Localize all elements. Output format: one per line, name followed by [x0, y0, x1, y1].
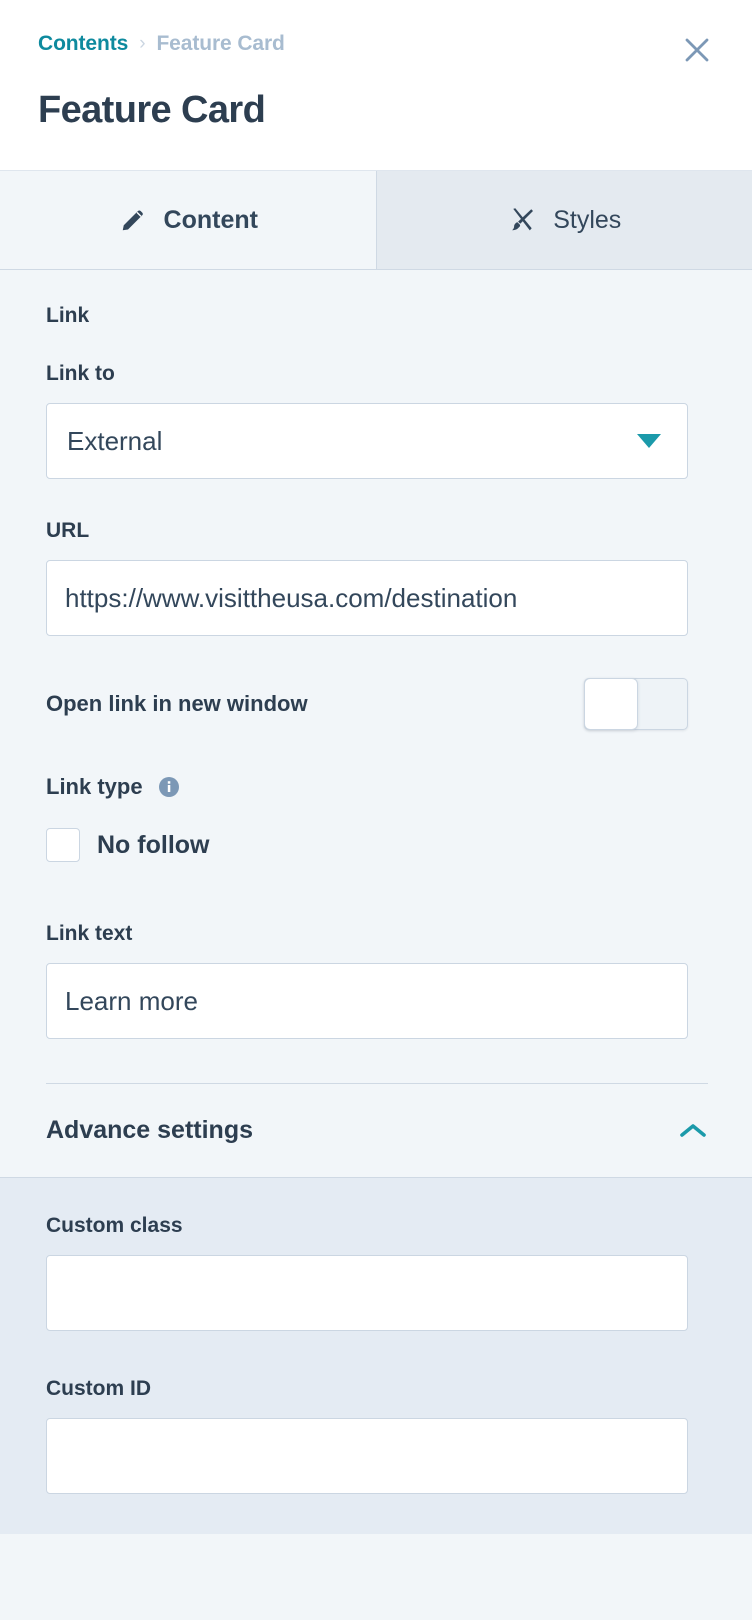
link-text-label: Link text — [46, 922, 133, 945]
advance-settings-body: Custom class Custom ID — [0, 1178, 752, 1534]
paintbrush-icon — [507, 205, 537, 235]
feature-card-editor-panel: Contents › Feature Card Feature Card Con… — [0, 0, 752, 1620]
link-group-title: Link — [46, 304, 90, 327]
custom-id-input[interactable] — [46, 1418, 688, 1494]
tab-styles-label: Styles — [553, 205, 622, 234]
content-tab-body: Link Link to External URL Open link in n… — [0, 270, 752, 1084]
link-group: Link Link to External URL Open link in n… — [0, 270, 752, 1084]
breadcrumb-separator: › — [139, 33, 146, 54]
info-icon[interactable] — [157, 775, 181, 799]
page-title: Feature Card — [38, 89, 266, 131]
toggle-knob — [584, 678, 638, 730]
open-new-window-toggle[interactable] — [584, 678, 688, 730]
link-to-label: Link to — [46, 362, 115, 385]
panel-header: Contents › Feature Card Feature Card — [0, 0, 752, 170]
field-custom-id: Custom ID — [46, 1377, 708, 1494]
advance-settings-header[interactable]: Advance settings — [0, 1084, 752, 1178]
open-new-window-row: Open link in new window — [46, 678, 688, 730]
link-to-select[interactable]: External — [46, 403, 688, 479]
url-input[interactable] — [46, 560, 688, 636]
no-follow-checkbox[interactable] — [46, 828, 80, 862]
tab-content-label: Content — [163, 205, 258, 234]
custom-id-label: Custom ID — [46, 1377, 151, 1400]
link-type-row: Link type — [46, 774, 708, 800]
chevron-up-icon[interactable] — [678, 1121, 708, 1141]
breadcrumb-current: Feature Card — [156, 32, 285, 55]
pencil-icon — [118, 205, 148, 235]
custom-class-label: Custom class — [46, 1214, 183, 1237]
no-follow-checkbox-row[interactable]: No follow — [46, 828, 708, 862]
breadcrumb: Contents › Feature Card — [38, 32, 716, 56]
field-url: URL — [46, 519, 708, 636]
open-new-window-label: Open link in new window — [46, 691, 308, 716]
link-text-input[interactable] — [46, 963, 688, 1039]
field-link-text: Link text — [46, 922, 708, 1039]
advance-settings-title: Advance settings — [46, 1116, 254, 1144]
link-type-label: Link type — [46, 774, 143, 799]
breadcrumb-contents-link[interactable]: Contents — [38, 32, 128, 56]
tab-content[interactable]: Content — [0, 171, 377, 269]
close-icon[interactable] — [680, 33, 714, 67]
chevron-down-icon — [637, 434, 661, 448]
url-label: URL — [46, 519, 90, 542]
no-follow-label: No follow — [97, 830, 210, 859]
link-to-value: External — [67, 425, 163, 456]
tab-styles[interactable]: Styles — [376, 171, 752, 269]
editor-tabs: Content Styles — [0, 170, 752, 270]
custom-class-input[interactable] — [46, 1255, 688, 1331]
field-link-to: Link to External — [46, 362, 708, 479]
field-custom-class: Custom class — [46, 1214, 708, 1331]
